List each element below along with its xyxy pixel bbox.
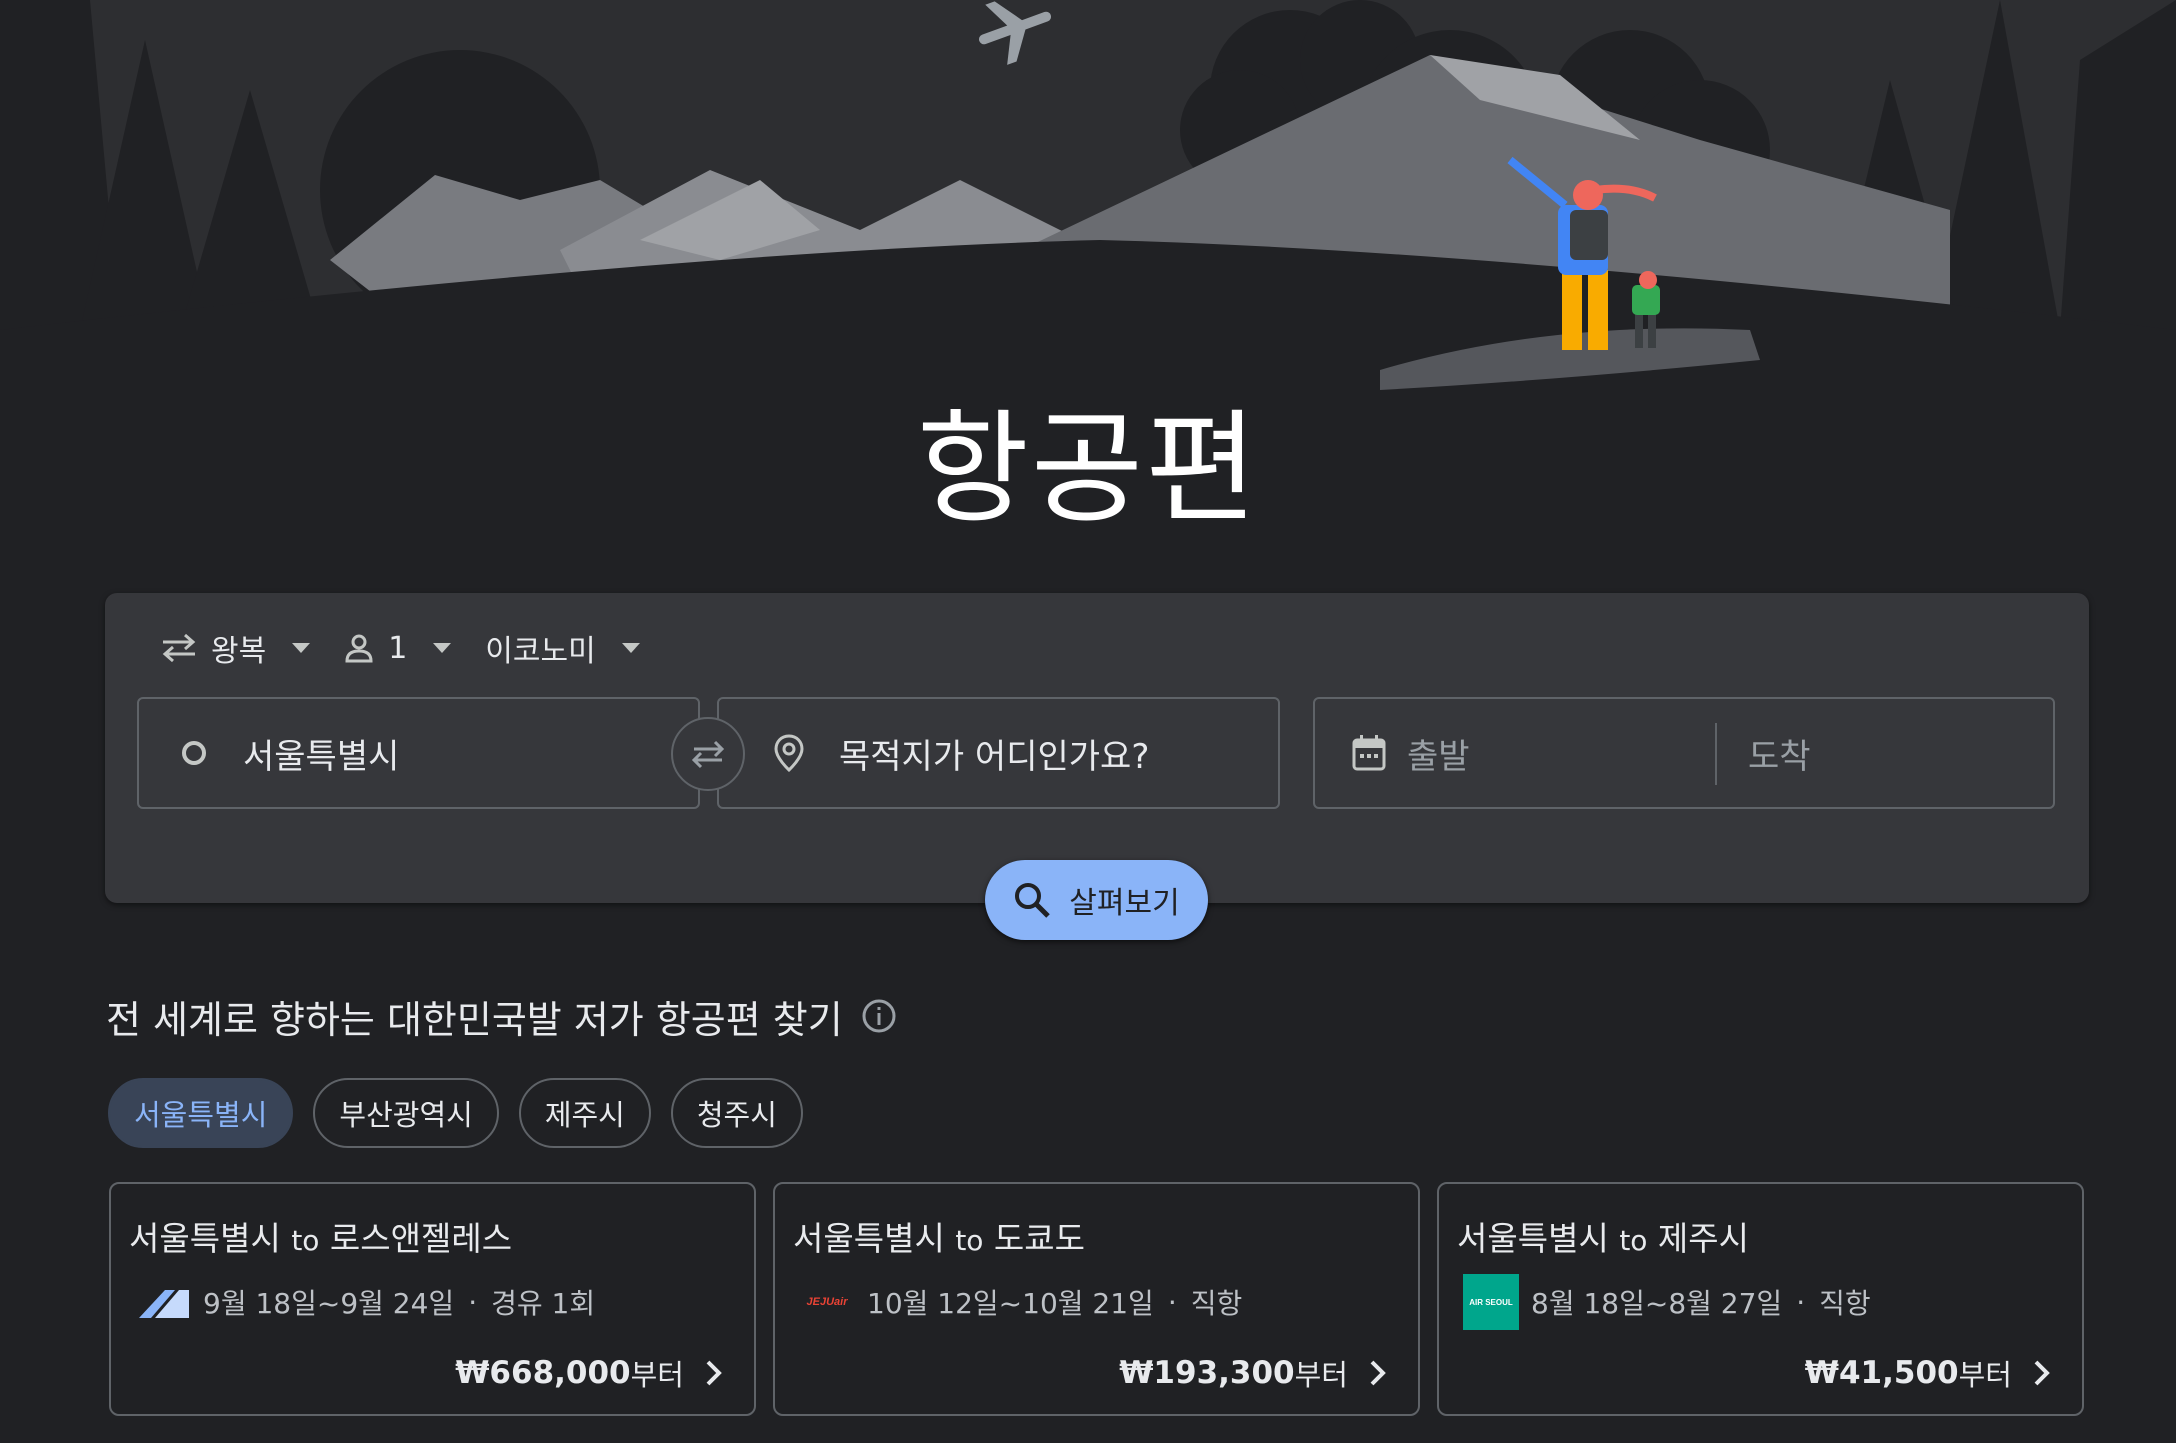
swap-locations-button[interactable]: [671, 717, 745, 791]
card-dates: 10월 12일~10월 21일: [867, 1287, 1154, 1320]
card-origin: 서울특별시: [1457, 1219, 1609, 1258]
date-divider: [1715, 723, 1717, 785]
card-dates: 9월 18일~9월 24일: [203, 1287, 455, 1320]
trip-type-label: 왕복: [211, 634, 267, 669]
card-price: ₩668,000 부터: [455, 1352, 728, 1394]
passengers-count: 1: [388, 630, 408, 666]
price-value: ₩41,500: [1804, 1355, 1959, 1391]
section-heading: 전 세계로 향하는 대한민국발 저가 항공편 찾기: [106, 990, 897, 1042]
chevron-down-icon: [292, 643, 311, 653]
card-to-word: to: [955, 1224, 984, 1257]
destination-input[interactable]: 목적지가 어디인가요?: [717, 697, 1280, 809]
passengers-select[interactable]: 1: [336, 623, 459, 673]
explore-button[interactable]: 살펴보기: [985, 860, 1208, 940]
card-origin: 서울특별시: [793, 1219, 945, 1258]
chevron-right-icon: [2034, 1360, 2050, 1386]
calendar-icon: [1352, 735, 1386, 771]
section-title: 전 세계로 향하는 대한민국발 저가 항공편 찾기: [106, 997, 843, 1042]
chip-jeju[interactable]: 제주시: [518, 1078, 651, 1148]
card-price: ₩193,300 부터: [1119, 1352, 1392, 1394]
separator-dot: ·: [1796, 1285, 1806, 1319]
mountains-illustration: [0, 0, 2176, 420]
card-to-word: to: [291, 1224, 320, 1257]
card-info: AIR SEOUL 8월 18일~8월 27일 · 직항: [1463, 1274, 1871, 1330]
price-suffix: 부터: [1958, 1358, 2012, 1392]
chevron-down-icon: [433, 643, 452, 653]
price-value: ₩193,300: [1119, 1355, 1295, 1391]
return-date-field[interactable]: 도착: [1748, 729, 1811, 778]
chevron-down-icon: [621, 643, 640, 653]
separator-dot: ·: [1167, 1285, 1177, 1319]
explore-label: 살펴보기: [1069, 886, 1180, 921]
date-range-input[interactable]: 출발 도착: [1313, 697, 2055, 809]
card-price: ₩41,500 부터: [1805, 1352, 2056, 1394]
chip-seoul[interactable]: 서울특별시: [108, 1078, 294, 1148]
page-title: 항공편: [916, 398, 1260, 540]
chevron-right-icon: [706, 1360, 722, 1386]
origin-circle-icon: [182, 741, 206, 765]
deal-card[interactable]: 서울특별시 to 제주시 AIR SEOUL 8월 18일~8월 27일 · 직…: [1437, 1182, 2084, 1416]
deal-card[interactable]: 서울특별시 to 도쿄도 JEJUair 10월 12일~10월 21일 · 직…: [773, 1182, 1420, 1416]
location-pin-icon: [774, 734, 804, 773]
origin-city-chips: 서울특별시 부산광역시 제주시 청주시: [108, 1078, 823, 1148]
card-to-word: to: [1619, 1224, 1648, 1257]
card-stops: 직항: [1190, 1287, 1243, 1320]
info-icon[interactable]: [861, 998, 897, 1034]
card-info: JEJUair 10월 12일~10월 21일 · 직항: [799, 1274, 1243, 1330]
cabin-class-select[interactable]: 이코노미: [477, 623, 647, 673]
card-stops: 직항: [1819, 1287, 1871, 1320]
swap-arrows-icon: [691, 740, 725, 769]
trip-type-select[interactable]: 왕복: [153, 623, 318, 673]
destination-placeholder: 목적지가 어디인가요?: [839, 736, 1150, 777]
swap-arrows-icon: [162, 633, 196, 663]
card-destination: 로스앤젤레스: [329, 1219, 513, 1258]
departure-date-field[interactable]: 출발: [1407, 729, 1470, 778]
card-title: 서울특별시 to 제주시: [1457, 1212, 1749, 1260]
chip-cheongju[interactable]: 청주시: [670, 1078, 803, 1148]
origin-input[interactable]: 서울특별시: [137, 697, 700, 809]
deal-card[interactable]: 서울특별시 to 로스앤젤레스 9월 18일~9월 24일 · 경유 1회 ₩6…: [109, 1182, 756, 1416]
search-icon: [1015, 883, 1051, 918]
card-destination: 도쿄도: [993, 1219, 1086, 1258]
chip-busan[interactable]: 부산광역시: [313, 1078, 499, 1148]
price-suffix: 부터: [630, 1358, 684, 1392]
card-title: 서울특별시 to 도쿄도: [793, 1212, 1085, 1260]
card-origin: 서울특별시: [129, 1219, 281, 1258]
price-suffix: 부터: [1294, 1358, 1348, 1392]
card-dates: 8월 18일~8월 27일: [1531, 1287, 1783, 1320]
card-destination: 제주시: [1657, 1219, 1750, 1258]
card-info: 9월 18일~9월 24일 · 경유 1회: [135, 1274, 595, 1330]
trip-options-row: 왕복 1 이코노미: [153, 623, 666, 673]
card-stops: 경유 1회: [491, 1287, 596, 1320]
person-icon: [345, 634, 373, 663]
deal-cards: 서울특별시 to 로스앤젤레스 9월 18일~9월 24일 · 경유 1회 ₩6…: [109, 1182, 2101, 1416]
chevron-right-icon: [1370, 1360, 1386, 1386]
card-title: 서울특별시 to 로스앤젤레스: [129, 1212, 512, 1260]
origin-value: 서울특별시: [243, 736, 400, 777]
air-seoul-logo-icon: AIR SEOUL: [1463, 1274, 1519, 1330]
hero-illustration: 항공편: [0, 0, 2176, 560]
korean-air-logo-icon: [135, 1274, 191, 1330]
price-value: ₩668,000: [455, 1355, 631, 1391]
flight-search-panel: 왕복 1 이코노미 서울특별시 목적지가 어디인가요? 출발 도착: [105, 593, 2089, 903]
separator-dot: ·: [468, 1285, 478, 1319]
jejuair-logo-icon: JEJUair: [806, 1296, 848, 1308]
cabin-class-label: 이코노미: [485, 634, 596, 669]
